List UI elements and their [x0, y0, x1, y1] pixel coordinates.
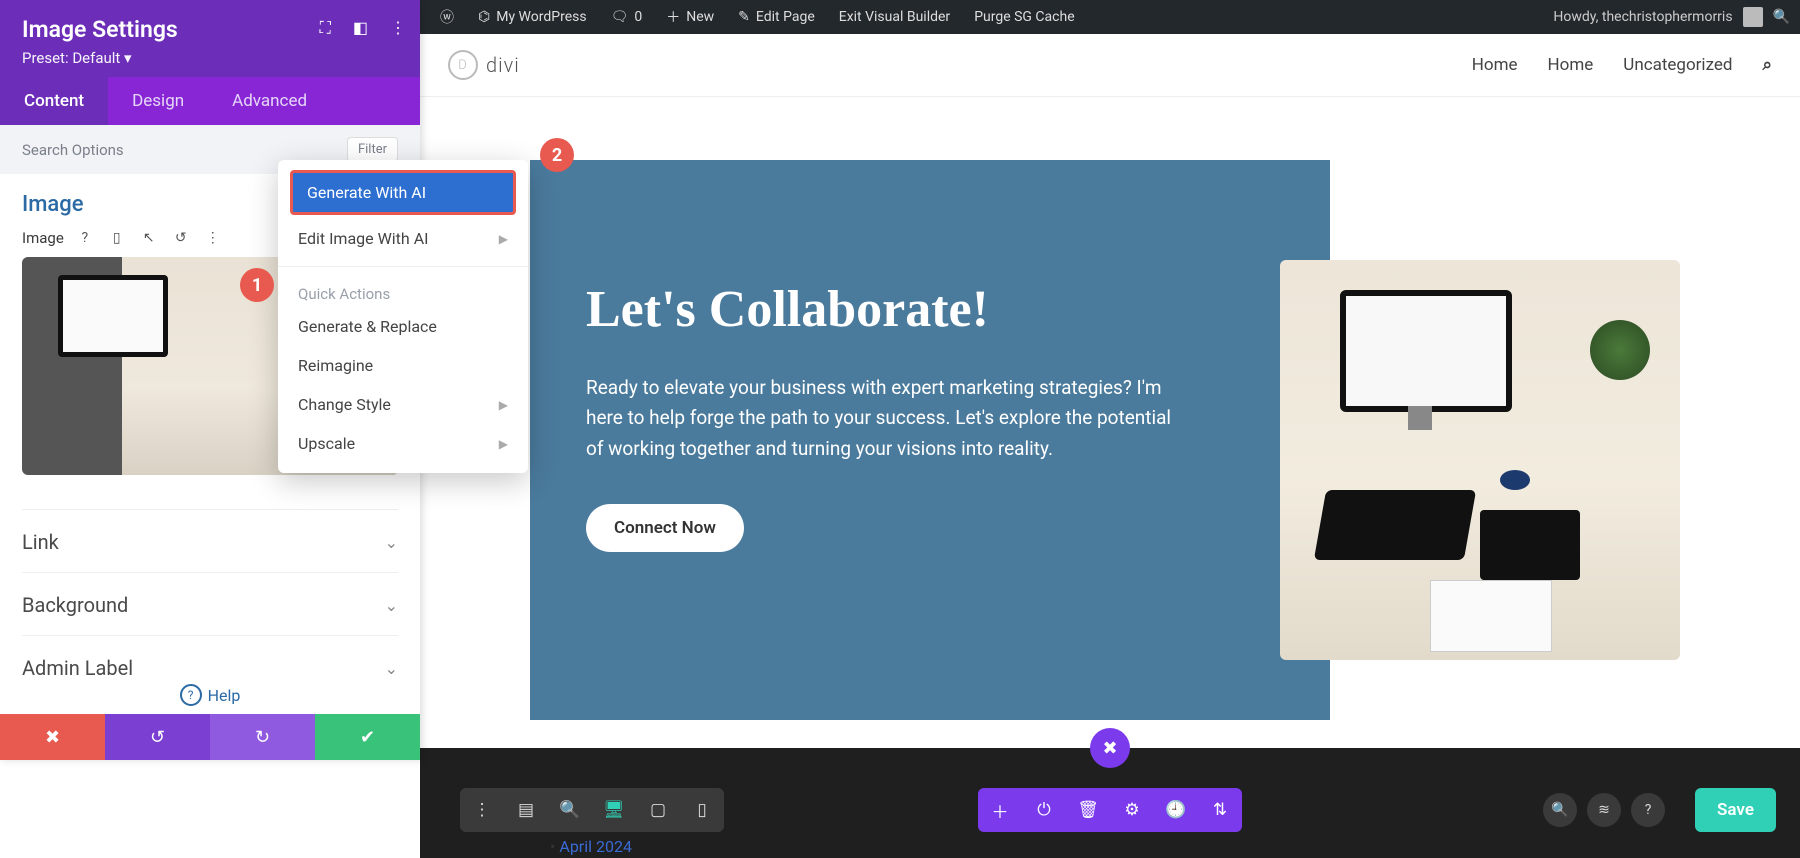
wpbar-exit-builder[interactable]: Exit Visual Builder — [829, 9, 960, 25]
help-icon[interactable]: ? — [74, 230, 96, 246]
bar-power-icon[interactable]: ⏻ — [1022, 788, 1066, 832]
wpbar-comments[interactable]: 🗨0 — [601, 9, 653, 25]
accordion-background[interactable]: Background⌄ — [22, 572, 398, 635]
preset-dropdown[interactable]: Preset: Default ▾ — [22, 49, 398, 67]
chevron-right-icon: ▶ — [499, 398, 508, 412]
wp-logo-icon[interactable]: ⓦ — [430, 7, 464, 27]
panel-redo-button[interactable]: ↻ — [210, 714, 315, 760]
wpbar-edit-page[interactable]: ✎Edit Page — [728, 9, 825, 25]
hover-icon[interactable]: ↖ — [138, 230, 160, 246]
tab-advanced[interactable]: Advanced — [208, 77, 331, 125]
builder-bar: ✖ ⋮ ▤ 🔍 🖥 ▢ ▯ ＋ ⏻ 🗑 ⚙ 🕘 ⇅ 🔍 ≋ ? Save Apr… — [420, 748, 1800, 858]
wpbar-dashboard[interactable]: ⌬My WordPress — [468, 9, 597, 25]
menu-generate-with-ai[interactable]: Generate With AI — [290, 170, 516, 215]
avatar[interactable] — [1743, 7, 1763, 27]
builder-close-button[interactable]: ✖ — [1090, 728, 1130, 768]
panel-undo-button[interactable]: ↺ — [105, 714, 210, 760]
nav-uncategorized[interactable]: Uncategorized — [1623, 55, 1732, 75]
snap-icon[interactable]: ◧ — [353, 18, 368, 38]
chevron-down-icon: ⌄ — [385, 596, 398, 615]
ai-menu: Generate With AI Edit Image With AI▶ Qui… — [278, 160, 528, 473]
bar-phone-icon[interactable]: ▯ — [680, 788, 724, 832]
filter-button[interactable]: Filter — [347, 137, 398, 162]
menu-reimagine[interactable]: Reimagine — [278, 346, 528, 385]
bar-zoom-icon[interactable]: 🔍 — [548, 788, 592, 832]
tab-content[interactable]: Content — [0, 77, 108, 125]
bar-layers-icon[interactable]: ≋ — [1587, 793, 1621, 827]
panel-save-button[interactable]: ✔ — [315, 714, 420, 760]
site-header: Ddivi Home Home Uncategorized ⌕ — [420, 34, 1800, 97]
menu-change-style[interactable]: Change Style▶ — [278, 385, 528, 424]
menu-quick-actions-header: Quick Actions — [278, 275, 528, 307]
builder-save-button[interactable]: Save — [1695, 788, 1776, 832]
hero-title: Let's Collaborate! — [586, 280, 1274, 339]
accordion-admin-label[interactable]: Admin Label⌄ — [22, 635, 398, 676]
menu-upscale[interactable]: Upscale▶ — [278, 424, 528, 463]
bar-help-icon[interactable]: ? — [1631, 793, 1665, 827]
chevron-down-icon: ⌄ — [385, 659, 398, 677]
tab-design[interactable]: Design — [108, 77, 208, 125]
field-image-label: Image — [22, 229, 64, 247]
panel-help-link[interactable]: ?Help — [0, 676, 420, 714]
nav-home-2[interactable]: Home — [1548, 55, 1594, 75]
bar-add-icon[interactable]: ＋ — [978, 788, 1022, 832]
panel-cancel-button[interactable]: ✖ — [0, 714, 105, 760]
bar-settings-icon[interactable]: ⚙ — [1110, 788, 1154, 832]
bar-sort-icon[interactable]: ⇅ — [1198, 788, 1242, 832]
wpbar-search-icon[interactable]: 🔍 — [1773, 9, 1790, 25]
bar-tablet-icon[interactable]: ▢ — [636, 788, 680, 832]
panel-footer: ✖ ↺ ↻ ✔ — [0, 714, 420, 760]
panel-menu-icon[interactable]: ⋮ — [390, 18, 406, 38]
nav-search-icon[interactable]: ⌕ — [1762, 55, 1772, 75]
bar-wireframe-icon[interactable]: ▤ — [504, 788, 548, 832]
panel-tabs: Content Design Advanced — [0, 77, 420, 125]
bar-history-icon[interactable]: 🕘 — [1154, 788, 1198, 832]
expand-icon[interactable]: ⛶ — [320, 18, 331, 38]
wpbar-new[interactable]: ＋New — [656, 7, 724, 27]
chevron-right-icon: ▶ — [499, 437, 508, 451]
wpbar-howdy[interactable]: Howdy, thechristophermorris — [1553, 9, 1732, 25]
bar-desktop-icon[interactable]: 🖥 — [592, 788, 636, 832]
hero-section: Let's Collaborate! Ready to elevate your… — [530, 160, 1330, 720]
menu-generate-replace[interactable]: Generate & Replace — [278, 307, 528, 346]
menu-edit-image-with-ai[interactable]: Edit Image With AI▶ — [278, 219, 528, 258]
wpbar-purge-cache[interactable]: Purge SG Cache — [964, 9, 1084, 25]
search-options-input[interactable]: Search Options — [22, 141, 124, 159]
field-menu-icon[interactable]: ⋮ — [202, 230, 224, 246]
chevron-right-icon: ▶ — [499, 232, 508, 246]
bar-trash-icon[interactable]: 🗑 — [1066, 788, 1110, 832]
chevron-down-icon: ⌄ — [385, 533, 398, 552]
wp-admin-bar: ⓦ ⌬My WordPress 🗨0 ＋New ✎Edit Page Exit … — [420, 0, 1800, 34]
archive-link[interactable]: April 2024 — [550, 837, 632, 856]
nav-home-1[interactable]: Home — [1472, 55, 1518, 75]
site-logo[interactable]: Ddivi — [448, 50, 520, 80]
hero-body: Ready to elevate your business with expe… — [586, 373, 1186, 464]
callout-2: 2 — [540, 138, 574, 172]
callout-1: 1 — [240, 268, 274, 302]
bar-menu-icon[interactable]: ⋮ — [460, 788, 504, 832]
mobile-icon[interactable]: ▯ — [106, 230, 128, 246]
hero-cta-button[interactable]: Connect Now — [586, 504, 744, 552]
accordion-link[interactable]: Link⌄ — [22, 509, 398, 572]
reset-icon[interactable]: ↺ — [170, 230, 192, 246]
hero-image — [1280, 260, 1680, 660]
bar-search-icon[interactable]: 🔍 — [1543, 793, 1577, 827]
